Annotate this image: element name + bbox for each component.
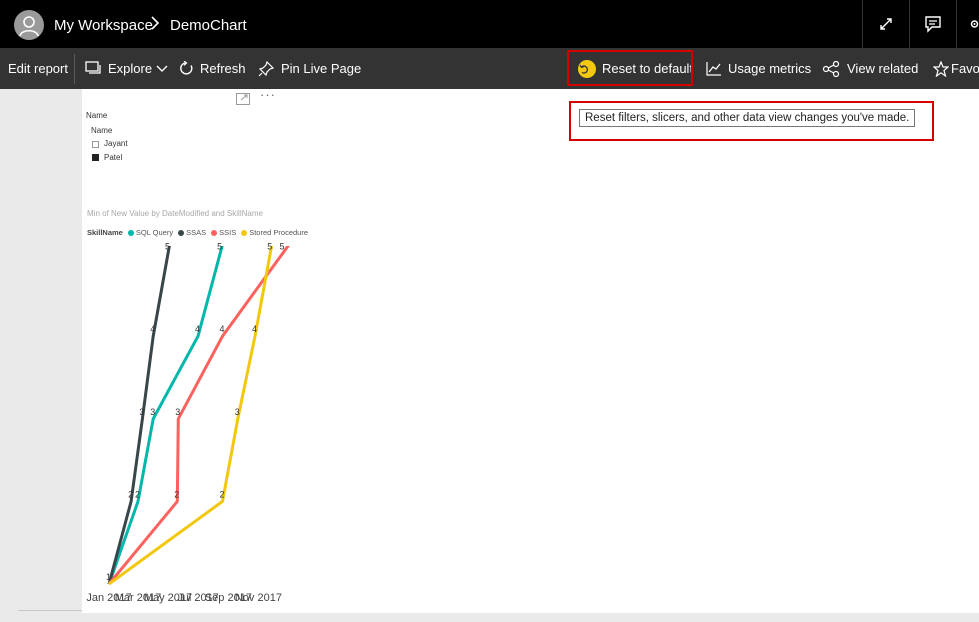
related-icon xyxy=(822,60,840,77)
more-options-icon[interactable]: ··· xyxy=(260,87,276,102)
series-line-sql-query[interactable] xyxy=(107,241,224,585)
explore-label: Explore xyxy=(108,61,153,76)
data-label: 5 xyxy=(217,242,222,252)
data-label: 2 xyxy=(135,489,140,499)
legend-item[interactable]: Stored Procedure xyxy=(241,228,308,237)
data-label: 2 xyxy=(174,489,179,499)
slicer-title: Name xyxy=(86,111,108,120)
refresh-button[interactable]: Refresh xyxy=(179,48,246,89)
chart-x-axis: Jan 2017Mar 2017May 2017Jul 2017Sep 2017… xyxy=(86,592,282,604)
chart-lines xyxy=(107,241,290,586)
report-toolbar: Edit report Explore Refresh Pin Live Pag… xyxy=(0,48,979,89)
explore-icon xyxy=(85,61,101,74)
pin-icon xyxy=(258,60,275,77)
data-label: 4 xyxy=(195,324,200,334)
data-label: 1 xyxy=(106,572,111,582)
canvas-margin xyxy=(0,89,82,622)
slicer-item-label[interactable]: Patel xyxy=(104,153,122,162)
tooltip-highlight: Reset filters, slicers, and other data v… xyxy=(569,101,934,141)
usage-metrics-button[interactable]: Usage metrics xyxy=(706,48,811,89)
data-label: 2 xyxy=(128,489,133,499)
toolbar-divider xyxy=(74,54,75,84)
data-label: 5 xyxy=(267,242,272,252)
breadcrumb-report: DemoChart xyxy=(170,17,247,34)
chart-legend: SkillName SQL Query SSAS SSIS Stored Proced… xyxy=(87,228,313,238)
legend-label: SSAS xyxy=(186,228,207,237)
comment-icon xyxy=(925,16,941,33)
slicer-checkbox-jayant[interactable] xyxy=(92,141,99,148)
reset-tooltip: Reset filters, slicers, and other data v… xyxy=(579,109,916,127)
expand-icon xyxy=(880,18,892,30)
view-related-label: View related xyxy=(847,61,919,76)
pin-live-page-button[interactable]: Pin Live Page xyxy=(258,48,361,89)
slicer-item-label[interactable]: Jayant xyxy=(104,139,128,148)
explore-menu-button[interactable]: Explore xyxy=(85,48,174,89)
pin-live-page-label: Pin Live Page xyxy=(281,61,362,76)
legend-marker xyxy=(127,229,134,236)
x-tick-label: Nov 2017 xyxy=(235,592,282,604)
refresh-icon xyxy=(180,61,193,75)
data-label: 4 xyxy=(220,324,225,334)
breadcrumb-chevron-icon xyxy=(150,15,160,35)
legend-label: SQL Query xyxy=(135,228,174,237)
legend-items: SQL Query SSAS SSIS Stored Procedure xyxy=(127,228,313,238)
data-label: 3 xyxy=(235,407,240,417)
favorite-button[interactable]: Favor xyxy=(933,48,979,89)
breadcrumb-workspace[interactable]: My Workspace xyxy=(54,17,153,34)
legend-marker xyxy=(211,229,218,236)
legend-title: SkillName xyxy=(87,228,123,238)
gear-icon xyxy=(970,20,979,28)
line-chart-icon xyxy=(706,62,721,76)
legend-item[interactable]: SSAS xyxy=(178,228,206,237)
star-icon xyxy=(933,60,949,77)
legend-item[interactable]: SSIS xyxy=(211,228,236,237)
data-label: 4 xyxy=(252,324,257,334)
line-chart: 1 2 3 4 5 2 3 4 5 2 3 4 5 2 3 4 5 Jan 2017Mar 2017May 20… xyxy=(86,241,290,604)
usage-metrics-label: Usage metrics xyxy=(728,61,812,76)
slicer-header: ··· xyxy=(82,87,282,109)
chevron-down-icon xyxy=(156,65,168,72)
data-label: 3 xyxy=(150,407,155,417)
favorite-label: Favor xyxy=(951,61,979,76)
view-related-button[interactable]: View related xyxy=(822,48,918,89)
fullscreen-button[interactable] xyxy=(862,0,909,48)
data-label: 4 xyxy=(150,324,155,334)
data-label: 3 xyxy=(175,407,180,417)
edit-report-button[interactable]: Edit report xyxy=(8,48,68,89)
settings-button[interactable] xyxy=(956,0,979,48)
chart-data-labels: 1 2 3 4 5 2 3 4 5 2 3 4 5 2 3 4 5 xyxy=(106,242,285,582)
refresh-label: Refresh xyxy=(200,61,246,76)
top-bar: My Workspace DemoChart xyxy=(0,0,979,48)
chart-title: Min of New Value by DateModified and Ski… xyxy=(87,209,263,218)
comments-button[interactable] xyxy=(909,0,956,48)
user-icon xyxy=(19,16,39,37)
slicer-field-header: Name xyxy=(91,126,113,135)
slicer-checkbox-patel[interactable] xyxy=(92,154,99,161)
series-line-stored-procedure[interactable] xyxy=(108,241,274,586)
legend-marker xyxy=(241,229,248,236)
data-label: 3 xyxy=(139,407,144,417)
legend-label: SSIS xyxy=(219,228,237,237)
edit-report-label: Edit report xyxy=(8,61,68,76)
focus-mode-icon[interactable] xyxy=(236,93,250,105)
data-label: 2 xyxy=(220,489,225,499)
legend-label: Stored Procedure xyxy=(249,228,309,237)
legend-item[interactable]: SQL Query xyxy=(127,228,174,237)
user-avatar[interactable] xyxy=(14,10,44,40)
legend-marker xyxy=(178,229,185,236)
data-label: 5 xyxy=(165,242,170,252)
reset-button-highlight xyxy=(567,50,693,86)
data-label: 5 xyxy=(280,242,285,252)
